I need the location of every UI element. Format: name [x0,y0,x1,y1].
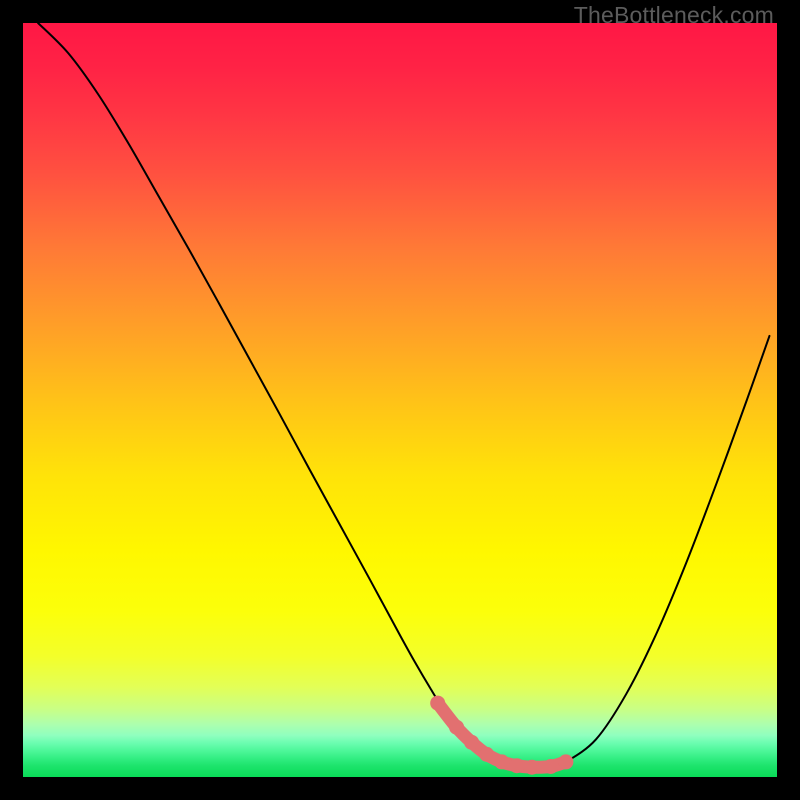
optimum-marker [509,758,524,773]
optimum-marker [494,754,509,769]
optimum-marker [449,720,464,735]
optimum-marker [430,696,445,711]
chart-root: TheBottleneck.com [0,0,800,800]
bottleneck-curve [38,23,769,767]
optimum-marker [524,760,539,775]
watermark-text: TheBottleneck.com [574,2,774,29]
optimum-marker [464,735,479,750]
optimum-marker [479,747,494,762]
curve-layer [23,23,777,777]
optimum-marker [543,759,558,774]
plot-area [23,23,777,777]
optimum-marker [558,754,573,769]
optimum-markers [430,696,573,775]
